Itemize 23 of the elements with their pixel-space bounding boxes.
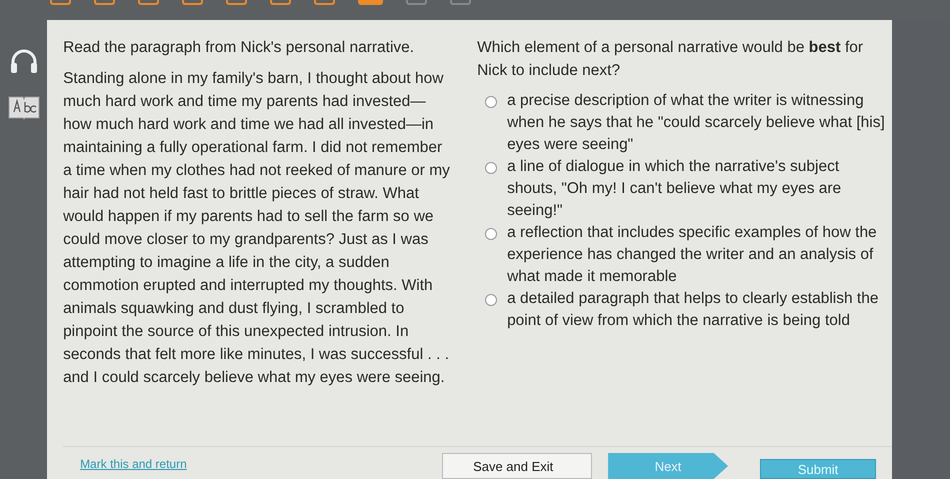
- answer-option[interactable]: a precise description of what the writer is witnessing when he says that he "could scarcely believe what [his] eyes were seeing": [507, 90, 892, 156]
- instruction-text: Read the paragraph from Nick's personal narrative.: [63, 38, 416, 58]
- passage-text: Standing alone in my family's barn, I thought about how much hard work and time my parents had invested—how much hard work and time we had all invested—in maintaining a fully operational farm. I did not remember a time when my clothes had not reeked of manure or my hair had not held fast to brittle pieces of straw. What would happen if my parents had to sell the farm so we could move closer to my grandparents? Just as I was attempting to imagine a life in the city, a sudden commotion erupted and interrupted my thoughts. With animals squawking and dust flying, I scrambled to pinpoint the source of this unexpected intrusion. In seconds that felt more like minutes, I was successful . . . and I could scarcely believe what my eyes were seeing.: [63, 69, 451, 388]
- save-exit-button[interactable]: Save and Exit: [442, 453, 592, 479]
- question-tab[interactable]: [358, 0, 383, 5]
- question-tab[interactable]: [138, 0, 159, 5]
- radio-button[interactable]: [485, 294, 498, 306]
- question-tab[interactable]: [314, 0, 335, 5]
- headphones-icon[interactable]: [8, 48, 39, 74]
- question-tab[interactable]: [182, 0, 203, 5]
- question-tab[interactable]: [450, 0, 471, 5]
- question-text: Which element of a personal narrative would be best for Nick to include next?: [477, 38, 864, 81]
- radio-button[interactable]: [485, 162, 498, 174]
- question-tab[interactable]: [406, 0, 427, 5]
- question-tab[interactable]: [94, 0, 115, 5]
- dictionary-icon[interactable]: [8, 94, 40, 120]
- question-tab[interactable]: [270, 0, 291, 5]
- answer-option[interactable]: a line of dialogue in which the narrative's subject shouts, "Oh my! I can't believe what my eyes are seeing!": [507, 156, 892, 222]
- radio-button[interactable]: [485, 228, 498, 240]
- question-tab[interactable]: [50, 0, 71, 5]
- radio-button[interactable]: [485, 96, 498, 108]
- answer-option[interactable]: a detailed paragraph that helps to clearly establish the point of view from which the narrative is being told: [507, 288, 892, 332]
- question-tab[interactable]: [226, 0, 247, 5]
